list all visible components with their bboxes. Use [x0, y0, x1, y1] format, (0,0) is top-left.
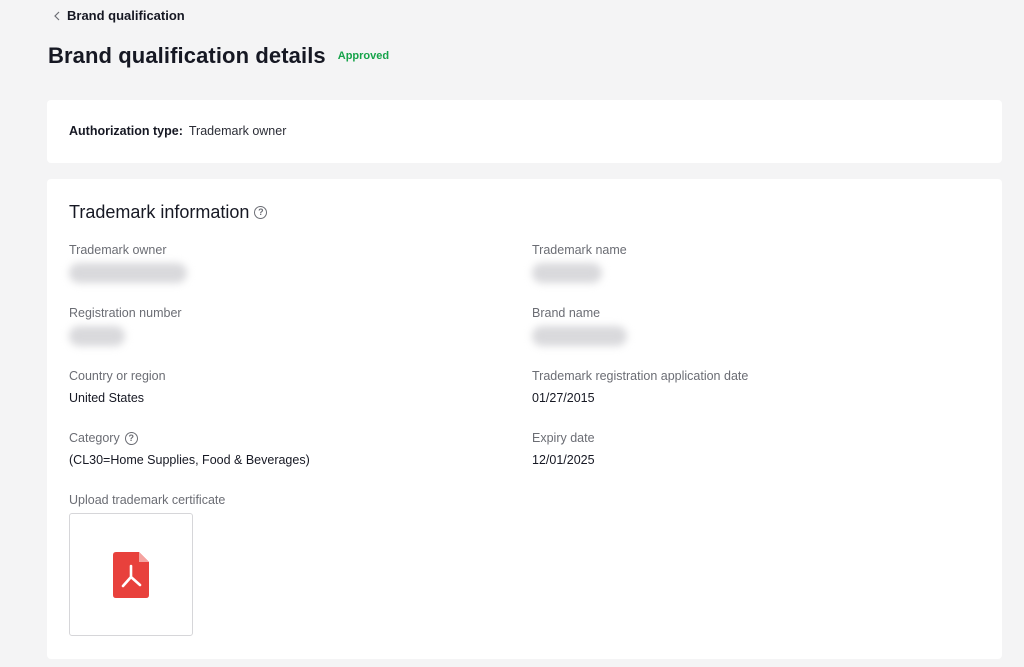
back-link-label[interactable]: Brand qualification	[67, 8, 185, 23]
trademark-certificate-file[interactable]	[69, 513, 193, 636]
redacted-value	[532, 326, 627, 346]
field-label: Country or region	[69, 369, 166, 383]
authorization-label: Authorization type:	[69, 124, 183, 138]
pdf-file-icon	[113, 552, 149, 598]
help-icon[interactable]: ?	[124, 431, 138, 445]
field-trademark-owner: Trademark owner	[69, 243, 269, 283]
status-badge: Approved	[337, 50, 390, 62]
field-expiry-date: Expiry date 12/01/2025	[532, 431, 832, 467]
back-link[interactable]: Brand qualification	[53, 8, 185, 23]
field-application-date: Trademark registration application date …	[532, 369, 932, 405]
field-value: 01/27/2015	[532, 391, 595, 405]
redacted-value	[532, 263, 602, 283]
field-label: Expiry date	[532, 431, 595, 445]
chevron-left-icon	[54, 11, 60, 20]
field-label-row: Category ?	[69, 431, 469, 445]
field-label: Trademark owner	[69, 243, 167, 257]
section-title: Trademark information ?	[69, 202, 268, 223]
redacted-value	[69, 263, 187, 283]
field-value: United States	[69, 391, 145, 405]
redacted-value	[69, 326, 125, 346]
upload-label: Upload trademark certificate	[69, 493, 226, 507]
field-label: Category	[69, 431, 120, 445]
field-registration-number: Registration number	[69, 306, 269, 346]
trademark-card: Trademark information ? Trademark owner …	[47, 179, 1002, 659]
authorization-row: Authorization type: Trademark owner	[69, 124, 286, 138]
field-trademark-name: Trademark name	[532, 243, 732, 283]
field-value: 12/01/2025	[532, 453, 595, 467]
field-label: Registration number	[69, 306, 182, 320]
field-label: Trademark registration application date	[532, 369, 749, 383]
section-title-text: Trademark information	[69, 202, 250, 222]
help-icon[interactable]: ?	[254, 206, 268, 219]
page-title: Brand qualification details	[48, 43, 326, 68]
field-category: Category ? (CL30=Home Supplies, Food & B…	[69, 431, 469, 467]
page: Brand qualification Brand qualification …	[0, 0, 1024, 667]
field-value: (CL30=Home Supplies, Food & Beverages)	[69, 453, 310, 467]
title-row: Brand qualification details Approved	[48, 43, 389, 69]
authorization-card: Authorization type: Trademark owner	[47, 100, 1002, 163]
field-upload-label: Upload trademark certificate	[69, 493, 369, 507]
authorization-value: Trademark owner	[188, 124, 287, 138]
field-label: Brand name	[532, 306, 601, 320]
field-brand-name: Brand name	[532, 306, 732, 346]
field-country: Country or region United States	[69, 369, 469, 405]
field-label: Trademark name	[532, 243, 627, 257]
